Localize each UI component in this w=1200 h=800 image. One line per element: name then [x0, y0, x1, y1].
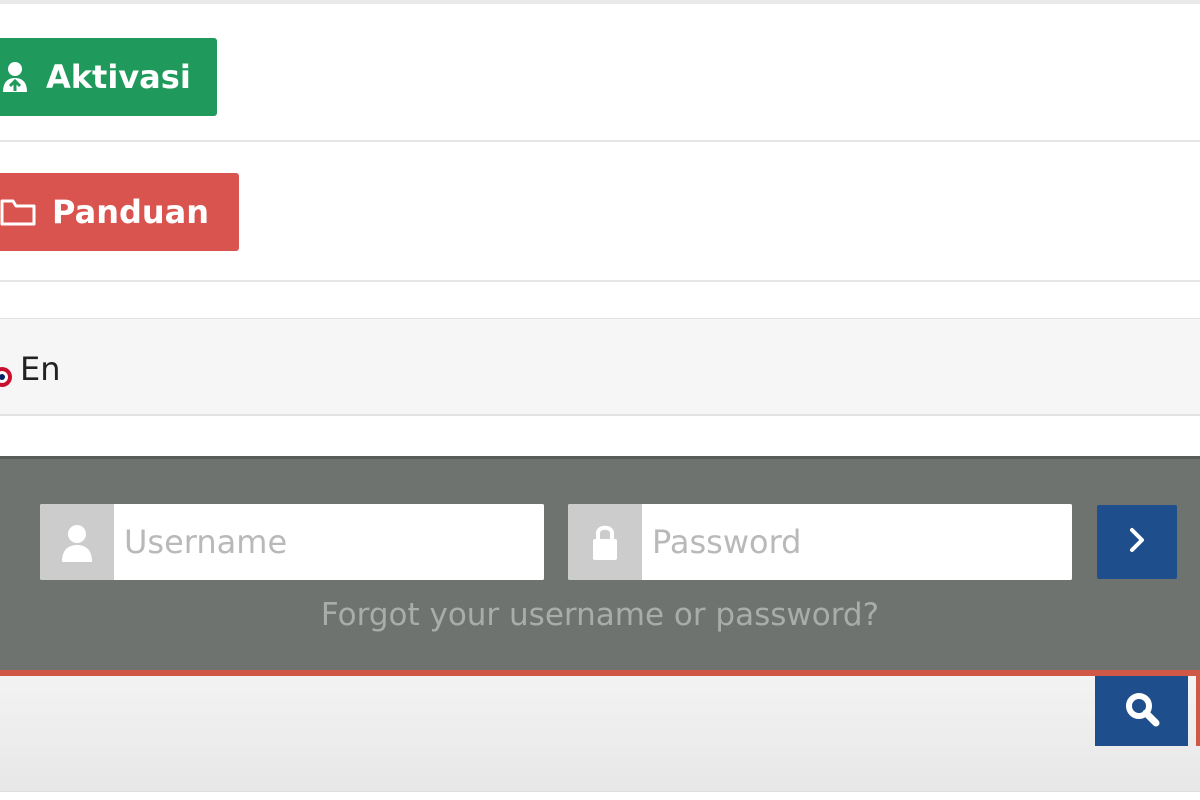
language-selector[interactable]: En: [0, 349, 61, 389]
spacer: [0, 282, 1200, 318]
search-button[interactable]: [1095, 676, 1188, 746]
search-bar: [0, 676, 1200, 792]
language-label: En: [20, 350, 61, 388]
chevron-right-icon: [1127, 527, 1147, 557]
search-edge-accent: [1196, 676, 1200, 746]
folder-icon: [0, 192, 36, 232]
language-row: En: [0, 318, 1200, 416]
user-icon: [40, 504, 114, 580]
forgot-credentials-link[interactable]: Forgot your username or password?: [0, 597, 1200, 633]
user-upload-icon: [0, 57, 30, 97]
username-input[interactable]: [114, 504, 544, 580]
aktivasi-label: Aktivasi: [46, 58, 191, 96]
menu-row-aktivasi: Aktivasi: [0, 0, 1200, 142]
panduan-button[interactable]: Panduan: [0, 173, 239, 251]
spacer: [0, 416, 1200, 456]
page: Aktivasi Panduan En Username Forgot your…: [0, 0, 1200, 800]
panduan-label: Panduan: [52, 193, 210, 231]
flag-icon: [0, 358, 14, 387]
bottom-strip: [0, 792, 1200, 800]
aktivasi-button[interactable]: Aktivasi: [0, 38, 217, 116]
username-field-group: [40, 504, 544, 580]
password-field-group: [568, 504, 1072, 580]
login-submit-button[interactable]: [1097, 505, 1177, 579]
login-bar: Forgot your username or password?: [0, 456, 1200, 676]
lock-icon: [568, 504, 642, 580]
menu-row-panduan: Panduan: [0, 142, 1200, 282]
password-input[interactable]: [642, 504, 1072, 580]
search-icon: [1124, 691, 1160, 731]
